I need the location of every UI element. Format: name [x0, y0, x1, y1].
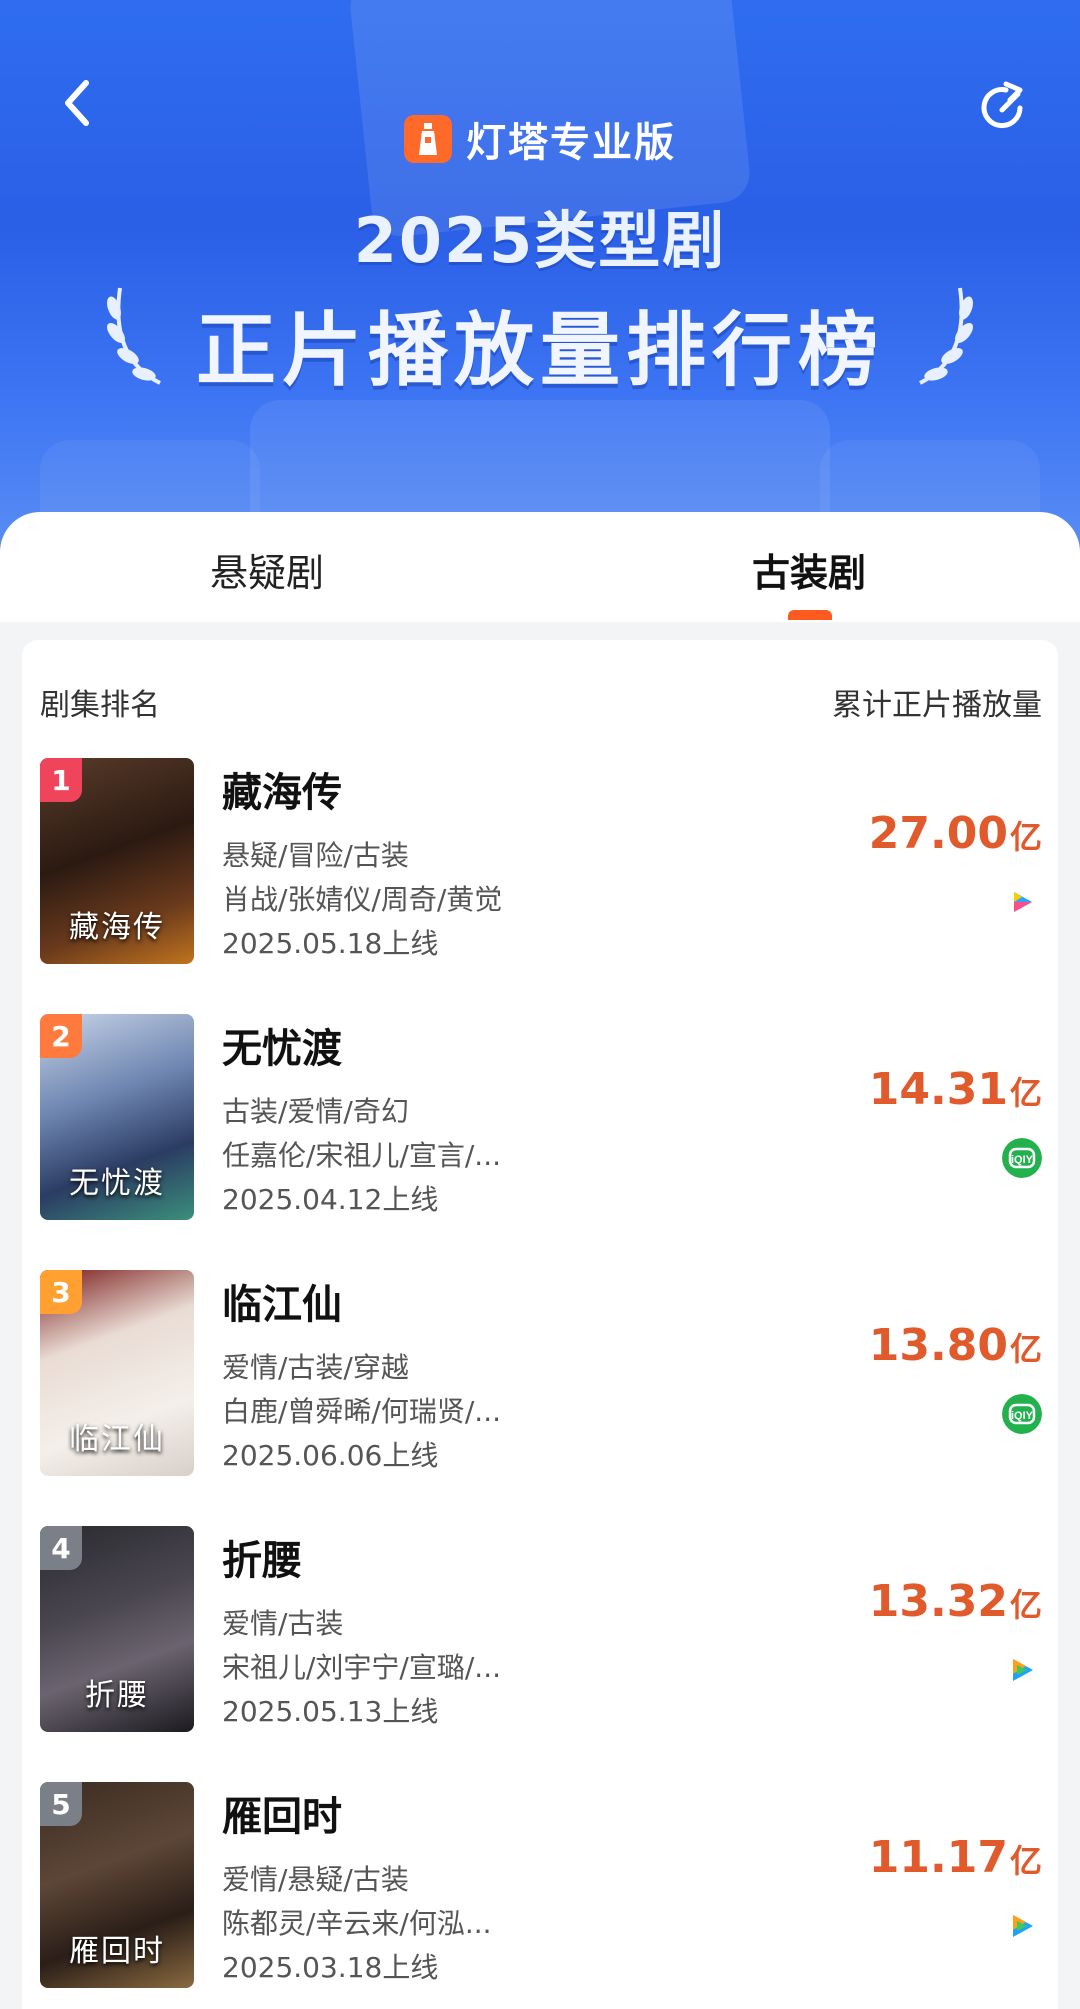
- view-count-unit: 亿: [1009, 1842, 1042, 1880]
- release-date: 2025.04.12上线: [222, 1183, 439, 1216]
- drama-cast: 白鹿/曾舜晞/何瑞贤/...: [222, 1395, 502, 1428]
- release-date: 2025.03.18上线: [222, 1951, 439, 1984]
- poster-title: 临江仙: [69, 1422, 165, 1457]
- tencent-video-icon[interactable]: [1002, 1906, 1042, 1946]
- page-subtitle: 2025类型剧: [353, 204, 727, 277]
- rank-badge: 4: [40, 1526, 82, 1570]
- column-header-views: 累计正片播放量: [832, 688, 1042, 723]
- view-count-unit: 亿: [1009, 1074, 1042, 1112]
- view-count-unit: 亿: [1009, 1330, 1042, 1368]
- brand: 灯塔专业版: [0, 110, 1080, 168]
- rank-badge: 1: [40, 758, 82, 802]
- ranking-list: 剧集排名 累计正片播放量 1 藏海传 藏海传 悬疑/冒险/古装 肖战/张婧仪/周…: [22, 640, 1058, 2009]
- release-date: 2025.05.13上线: [222, 1695, 439, 1728]
- poster-title: 藏海传: [69, 910, 165, 945]
- list-item[interactable]: 1 藏海传 藏海传 悬疑/冒险/古装 肖战/张婧仪/周奇/黄觉 2025.05.…: [22, 758, 1058, 978]
- drama-genre: 爱情/悬疑/古装: [222, 1863, 409, 1896]
- view-count-value: 14.31: [868, 1064, 1008, 1115]
- poster-image: 3 临江仙: [40, 1270, 194, 1476]
- drama-title: 藏海传: [222, 770, 342, 816]
- poster-image: 5 雁回时: [40, 1782, 194, 1988]
- poster-title: 雁回时: [69, 1934, 165, 1969]
- view-count-value: 11.17: [868, 1832, 1008, 1883]
- view-count-unit: 亿: [1009, 818, 1042, 856]
- release-date: 2025.05.18上线: [222, 927, 439, 960]
- rank-badge: 2: [40, 1014, 82, 1058]
- active-tab-indicator: [788, 610, 832, 620]
- view-count-value: 13.80: [868, 1320, 1008, 1371]
- poster-image: 4 折腰: [40, 1526, 194, 1732]
- category-tabs: 悬疑剧 古装剧: [0, 512, 1080, 622]
- laurel-right-icon: [919, 287, 973, 385]
- poster-title: 折腰: [85, 1678, 149, 1713]
- view-count: 14.31 亿: [869, 1064, 1042, 1115]
- drama-genre: 爱情/古装: [222, 1607, 344, 1640]
- poster-image: 1 藏海传: [40, 758, 194, 964]
- drama-title: 雁回时: [222, 1794, 342, 1840]
- view-count-value: 27.00: [868, 808, 1008, 859]
- tab-costume[interactable]: 古装剧: [752, 542, 866, 597]
- iqiyi-icon[interactable]: iQIY: [1002, 1394, 1042, 1434]
- svg-text:iQIY: iQIY: [1011, 1410, 1034, 1422]
- release-date: 2025.06.06上线: [222, 1439, 439, 1472]
- drama-genre: 悬疑/冒险/古装: [222, 839, 409, 872]
- view-count: 13.80 亿: [869, 1320, 1042, 1371]
- drama-title: 折腰: [222, 1538, 302, 1584]
- drama-cast: 任嘉伦/宋祖儿/宣言/...: [222, 1139, 502, 1172]
- view-count: 27.00 亿: [869, 808, 1042, 859]
- tencent-video-icon[interactable]: [1002, 1650, 1042, 1690]
- view-count-value: 13.32: [868, 1576, 1008, 1627]
- drama-genre: 爱情/古装/穿越: [222, 1351, 409, 1384]
- column-header-rank: 剧集排名: [40, 688, 160, 723]
- brand-name: 灯塔专业版: [466, 120, 676, 166]
- rank-badge: 3: [40, 1270, 82, 1314]
- drama-title: 无忧渡: [222, 1026, 342, 1072]
- view-count: 13.32 亿: [869, 1576, 1042, 1627]
- list-item[interactable]: 4 折腰 折腰 爱情/古装 宋祖儿/刘宇宁/宣璐/... 2025.05.13上…: [22, 1526, 1058, 1746]
- youku-icon[interactable]: [1002, 882, 1042, 922]
- view-count-unit: 亿: [1009, 1586, 1042, 1624]
- svg-text:iQIY: iQIY: [1011, 1154, 1034, 1166]
- lighthouse-logo-icon: [404, 115, 452, 163]
- drama-cast: 宋祖儿/刘宇宁/宣璐/...: [222, 1651, 502, 1684]
- list-item[interactable]: 2 无忧渡 无忧渡 古装/爱情/奇幻 任嘉伦/宋祖儿/宣言/... 2025.0…: [22, 1014, 1058, 1234]
- header-banner: 灯塔专业版 2025类型剧 正片播放量排行榜: [0, 0, 1080, 560]
- drama-genre: 古装/爱情/奇幻: [222, 1095, 409, 1128]
- tab-suspense[interactable]: 悬疑剧: [210, 542, 324, 597]
- poster-title: 无忧渡: [69, 1166, 165, 1201]
- drama-title: 临江仙: [222, 1282, 342, 1328]
- rank-badge: 5: [40, 1782, 82, 1826]
- iqiyi-icon[interactable]: iQIY: [1002, 1138, 1042, 1178]
- list-item[interactable]: 3 临江仙 临江仙 爱情/古装/穿越 白鹿/曾舜晞/何瑞贤/... 2025.0…: [22, 1270, 1058, 1490]
- view-count: 11.17 亿: [869, 1832, 1042, 1883]
- list-item[interactable]: 5 雁回时 雁回时 爱情/悬疑/古装 陈都灵/辛云来/何泓... 2025.03…: [22, 1782, 1058, 2002]
- drama-cast: 陈都灵/辛云来/何泓...: [222, 1907, 492, 1940]
- drama-cast: 肖战/张婧仪/周奇/黄觉: [222, 883, 503, 916]
- poster-image: 2 无忧渡: [40, 1014, 194, 1220]
